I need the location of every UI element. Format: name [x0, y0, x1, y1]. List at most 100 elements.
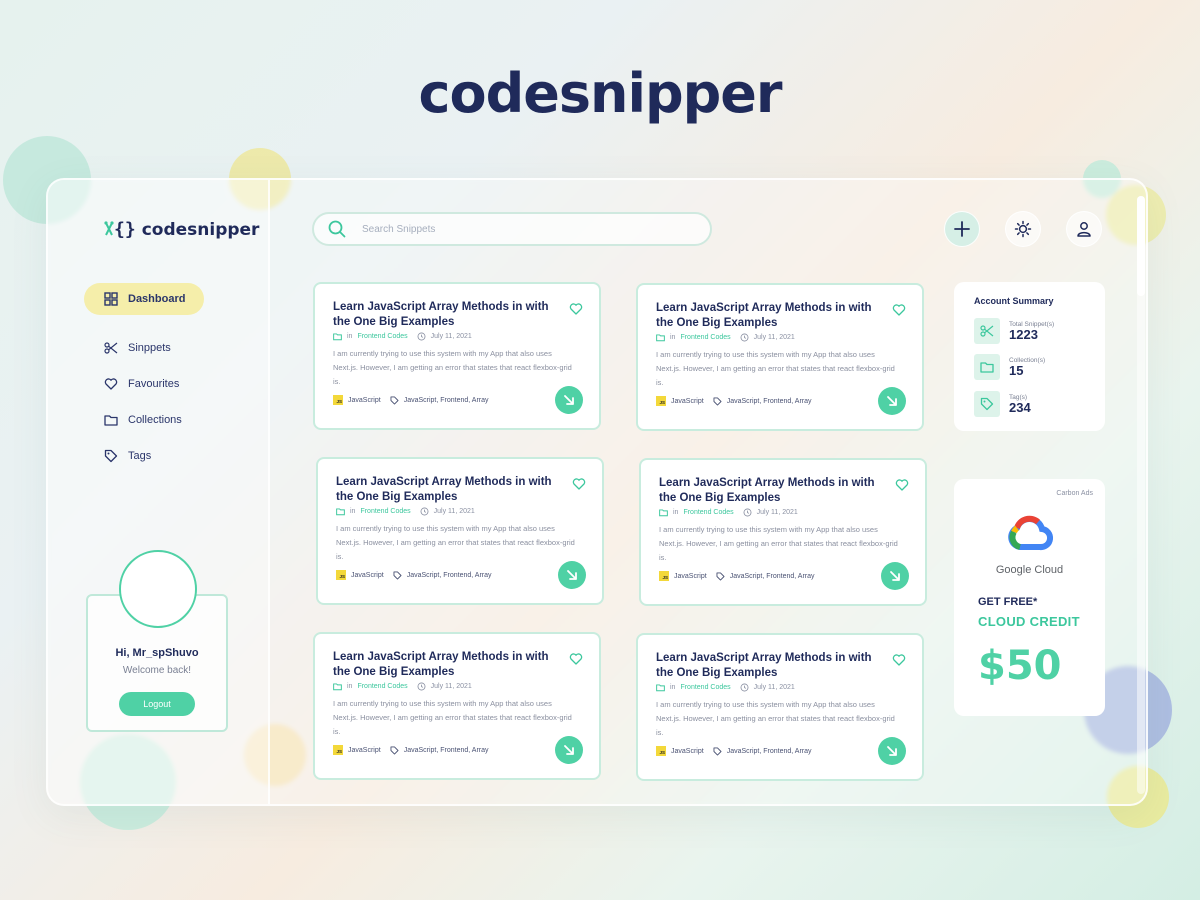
search-input[interactable] [362, 223, 662, 235]
scrollbar-thumb[interactable] [1137, 196, 1145, 296]
snippet-date: July 11, 2021 [430, 683, 472, 690]
snippet-title[interactable]: Learn JavaScript Array Methods in with t… [656, 651, 884, 681]
snippet-card[interactable]: Learn JavaScript Array Methods in with t… [639, 458, 927, 606]
sidebar-item-favourites[interactable]: Favourites [84, 368, 204, 400]
sidebar-item-snippets[interactable]: Sinppets [84, 332, 204, 364]
snippet-tag-list[interactable]: JavaScript, Frontend, Array [404, 747, 489, 754]
ad-brand: Google Cloud [995, 564, 1064, 576]
arrow-down-right-icon [567, 570, 577, 580]
snippet-tag-list[interactable]: JavaScript, Frontend, Array [404, 397, 489, 404]
snippet-in-label: in [347, 683, 353, 690]
snippet-meta: in Frontend Codes July 11, 2021 [336, 507, 584, 516]
sidebar-item-label: Sinppets [128, 342, 171, 354]
snippet-language[interactable]: JavaScript [348, 747, 381, 754]
snippet-language[interactable]: JavaScript [671, 748, 704, 755]
heart-icon[interactable] [892, 303, 906, 317]
clock-icon [743, 508, 752, 517]
open-snippet-button[interactable] [558, 561, 586, 589]
folder-icon [656, 684, 665, 692]
snippet-language[interactable]: JavaScript [351, 572, 384, 579]
snippet-meta: in Frontend Codes July 11, 2021 [659, 508, 907, 517]
snippet-collection[interactable]: Frontend Codes [680, 334, 730, 341]
snippet-card[interactable]: Learn JavaScript Array Methods in with t… [313, 282, 601, 430]
heart-icon[interactable] [895, 478, 909, 492]
javascript-badge-icon: JS [656, 396, 666, 406]
snippet-collection[interactable]: Frontend Codes [357, 683, 407, 690]
scissors-icon [974, 318, 1000, 344]
open-snippet-button[interactable] [878, 737, 906, 765]
tag-icon [104, 449, 118, 463]
snippet-title[interactable]: Learn JavaScript Array Methods in with t… [336, 475, 564, 505]
open-snippet-button[interactable] [555, 386, 583, 414]
snippet-card[interactable]: Learn JavaScript Array Methods in with t… [636, 283, 924, 431]
snippet-tag-list[interactable]: JavaScript, Frontend, Array [727, 748, 812, 755]
snippet-date: July 11, 2021 [753, 684, 795, 691]
snippet-card[interactable]: Learn JavaScript Array Methods in with t… [313, 632, 601, 780]
ad-card[interactable]: Carbon Ads Google Cloud GET FREE* CLOUD … [954, 479, 1105, 716]
open-snippet-button[interactable] [881, 562, 909, 590]
snippet-date: July 11, 2021 [756, 509, 798, 516]
plus-icon [954, 221, 970, 237]
snippet-description: I am currently trying to use this system… [333, 699, 572, 736]
snippet-title[interactable]: Learn JavaScript Array Methods in with t… [656, 301, 884, 331]
javascript-badge-icon: JS [333, 745, 343, 755]
snippet-tags: JS JavaScript JavaScript, Frontend, Array [336, 570, 584, 580]
arrow-down-right-icon [890, 571, 900, 581]
heart-icon[interactable] [569, 652, 583, 666]
sidebar-item-collections[interactable]: Collections [84, 404, 204, 436]
snippet-collection[interactable]: Frontend Codes [680, 684, 730, 691]
folder-icon [333, 683, 342, 691]
profile-button[interactable] [1066, 211, 1102, 247]
arrow-down-right-icon [887, 746, 897, 756]
sidebar-item-dashboard[interactable]: Dashboard [84, 283, 204, 315]
snippet-meta: in Frontend Codes July 11, 2021 [333, 332, 581, 341]
snippet-collection[interactable]: Frontend Codes [357, 333, 407, 340]
stat-total-snippets: Total Snippet(s) 1223 [974, 318, 1054, 344]
sidebar-item-tags[interactable]: Tags [84, 440, 204, 472]
sun-icon [1014, 220, 1032, 238]
open-snippet-button[interactable] [878, 387, 906, 415]
logout-button[interactable]: Logout [119, 692, 195, 716]
snippet-in-label: in [670, 684, 676, 691]
snippet-date: July 11, 2021 [753, 334, 795, 341]
javascript-badge-icon: JS [336, 570, 346, 580]
search-bar[interactable] [312, 212, 712, 246]
heart-icon[interactable] [572, 477, 586, 491]
snippet-in-label: in [673, 509, 679, 516]
avatar[interactable] [119, 550, 197, 628]
snippet-language[interactable]: JavaScript [348, 397, 381, 404]
brand-logo-icon: {} [104, 219, 136, 240]
snippet-language[interactable]: JavaScript [674, 573, 707, 580]
snippet-collection[interactable]: Frontend Codes [360, 508, 410, 515]
snippet-title[interactable]: Learn JavaScript Array Methods in with t… [659, 476, 887, 506]
clock-icon [740, 333, 749, 342]
snippet-tags: JS JavaScript JavaScript, Frontend, Array [659, 571, 907, 581]
user-icon [1077, 222, 1091, 237]
snippet-description: I am currently trying to use this system… [333, 349, 572, 386]
snippet-title[interactable]: Learn JavaScript Array Methods in with t… [333, 300, 561, 330]
tag-icon [390, 396, 399, 404]
tag-icon [393, 571, 402, 579]
brand[interactable]: {} codesnipper [104, 219, 259, 240]
snippet-tag-list[interactable]: JavaScript, Frontend, Array [407, 572, 492, 579]
tag-icon [390, 746, 399, 754]
snippet-card[interactable]: Learn JavaScript Array Methods in with t… [316, 457, 604, 605]
snippet-tag-list[interactable]: JavaScript, Frontend, Array [730, 573, 815, 580]
snippet-tag-list[interactable]: JavaScript, Frontend, Array [727, 398, 812, 405]
snippet-card[interactable]: Learn JavaScript Array Methods in with t… [636, 633, 924, 781]
javascript-badge-icon: JS [333, 395, 343, 405]
heart-icon[interactable] [892, 653, 906, 667]
arrow-down-right-icon [887, 396, 897, 406]
grid-icon [104, 292, 118, 306]
snippet-language[interactable]: JavaScript [671, 398, 704, 405]
tag-icon [974, 391, 1000, 417]
add-snippet-button[interactable] [944, 211, 980, 247]
theme-toggle-button[interactable] [1005, 211, 1041, 247]
heart-icon[interactable] [569, 302, 583, 316]
account-summary-title: Account Summary [974, 296, 1054, 306]
snippet-collection[interactable]: Frontend Codes [683, 509, 733, 516]
snippet-tags: JS JavaScript JavaScript, Frontend, Array [656, 396, 904, 406]
snippet-title[interactable]: Learn JavaScript Array Methods in with t… [333, 650, 561, 680]
open-snippet-button[interactable] [555, 736, 583, 764]
ad-label: Carbon Ads [1056, 490, 1093, 497]
